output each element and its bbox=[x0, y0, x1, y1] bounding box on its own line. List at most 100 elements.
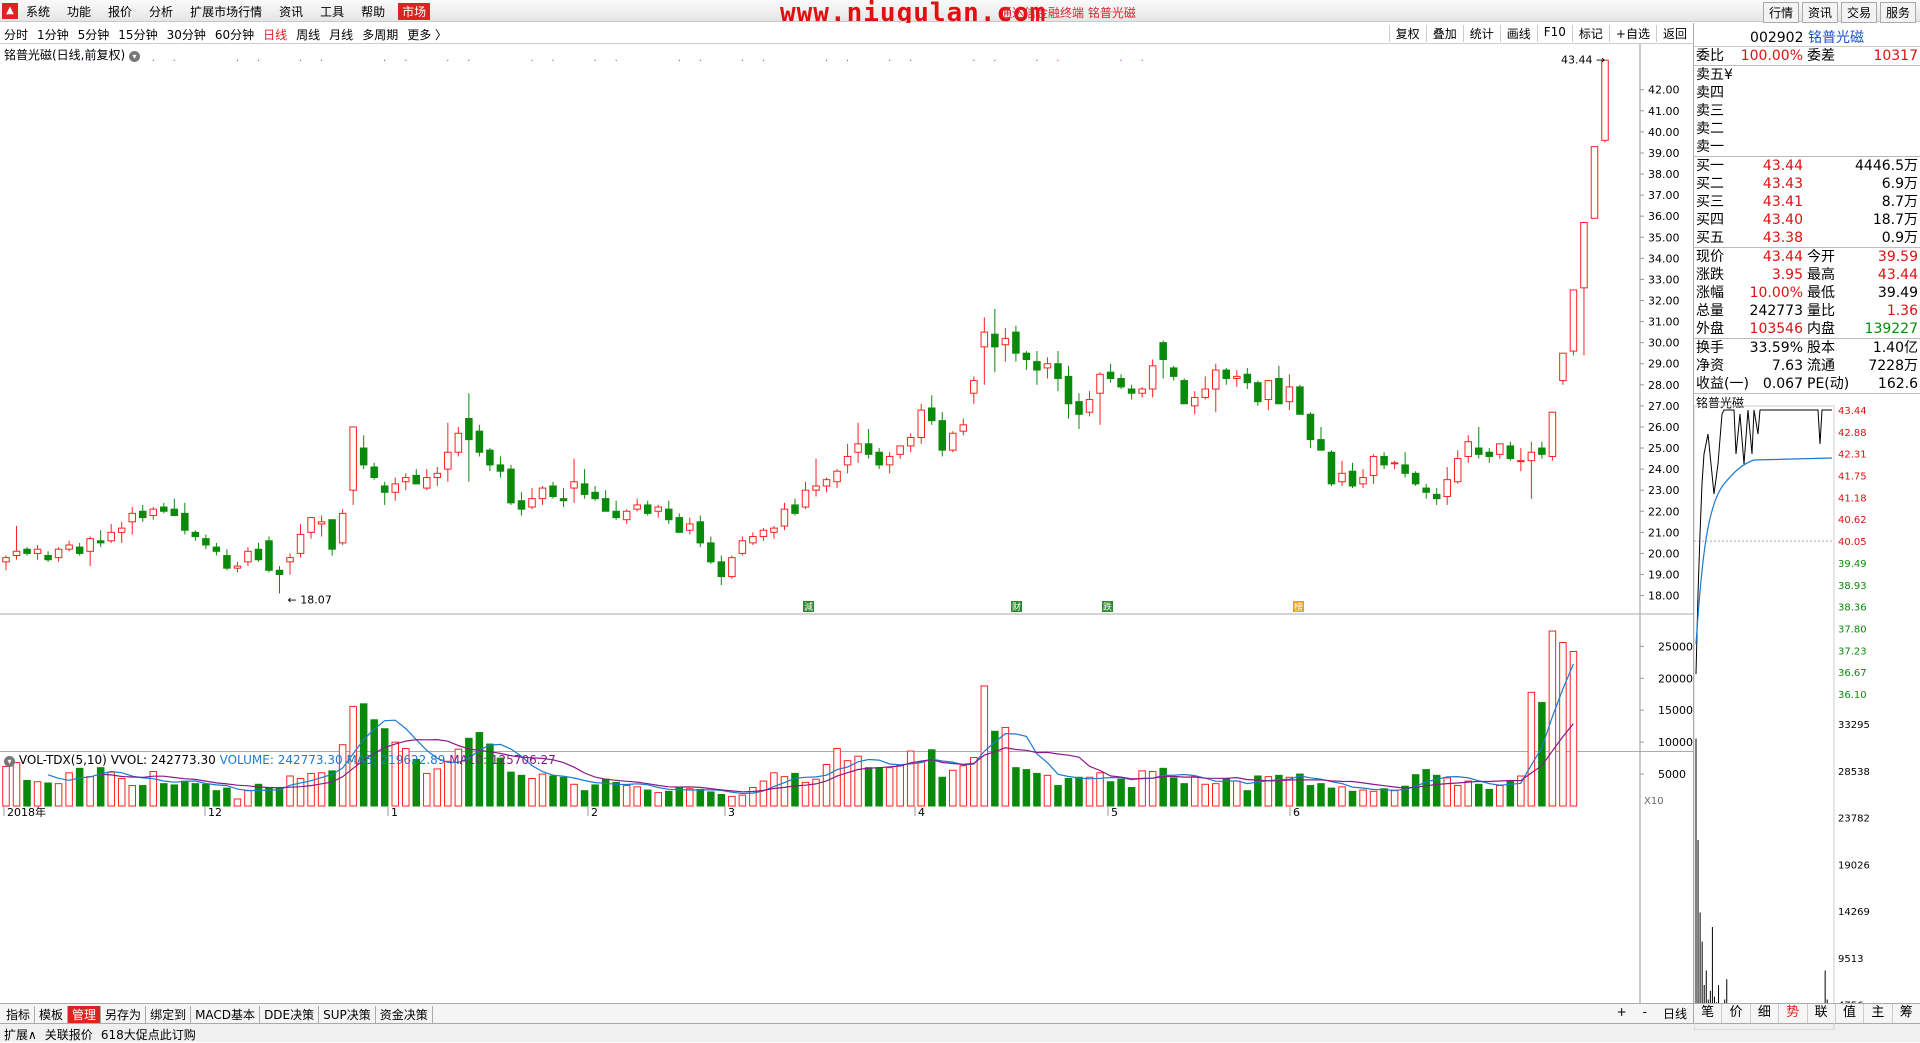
stat1-0: 现价 43.44 今开 39.59 bbox=[1694, 248, 1920, 266]
sell-row-3[interactable]: 卖二 bbox=[1694, 120, 1920, 138]
signal-dot: . bbox=[404, 54, 407, 64]
price-tick-label: 42.00 bbox=[1648, 84, 1680, 97]
period-7[interactable]: 周线 bbox=[296, 26, 320, 43]
buy-row-0[interactable]: 买一 43.44 4446.5万 bbox=[1694, 157, 1920, 175]
candle bbox=[885, 452, 894, 474]
top-button-3[interactable]: 服务 bbox=[1879, 2, 1916, 23]
chart-caption: 铭普光磁(日线,前复权) ▾ bbox=[4, 46, 141, 63]
sell-row-4[interactable]: 卖一 bbox=[1694, 138, 1920, 156]
quote-tab-6[interactable]: 主 bbox=[1864, 1004, 1893, 1023]
period-3[interactable]: 15分钟 bbox=[118, 26, 157, 43]
tool-3[interactable]: 画线 bbox=[1499, 25, 1537, 42]
sell-row-2[interactable]: 卖三 bbox=[1694, 102, 1920, 120]
tool-2[interactable]: 统计 bbox=[1462, 25, 1500, 42]
signal-dot: . bbox=[531, 54, 534, 64]
menu-item-7[interactable]: 帮助 bbox=[361, 3, 385, 20]
signal-dot: . bbox=[741, 54, 744, 64]
period-4[interactable]: 30分钟 bbox=[167, 26, 206, 43]
candle bbox=[254, 542, 263, 562]
indicator-tab-6[interactable]: DDE决策 bbox=[260, 1006, 320, 1023]
mini-price-label: 39.49 bbox=[1838, 559, 1867, 570]
footer-item-1[interactable]: 关联报价 bbox=[45, 1026, 93, 1043]
signal-dot: . bbox=[909, 54, 912, 64]
buy-row-2[interactable]: 买三 43.41 8.7万 bbox=[1694, 193, 1920, 211]
top-button-2[interactable]: 交易 bbox=[1840, 2, 1877, 23]
indicator-tab-4[interactable]: 绑定到 bbox=[146, 1006, 192, 1023]
menu-item-1[interactable]: 功能 bbox=[67, 3, 91, 20]
quote-tab-0[interactable]: 笔 bbox=[1694, 1004, 1723, 1023]
tool-5[interactable]: 标记 bbox=[1571, 25, 1609, 42]
buy-row-4[interactable]: 买五 43.38 0.9万 bbox=[1694, 229, 1920, 247]
quote-tab-5[interactable]: 值 bbox=[1836, 1004, 1865, 1023]
buy-row-3[interactable]: 买四 43.40 18.7万 bbox=[1694, 211, 1920, 229]
quote-tab-3[interactable]: 势 bbox=[1779, 1004, 1808, 1023]
quote-tab-4[interactable]: 联 bbox=[1808, 1004, 1836, 1023]
period-1[interactable]: 1分钟 bbox=[37, 26, 69, 43]
menu-item-0[interactable]: 系统 bbox=[26, 3, 50, 20]
menu-item-4[interactable]: 扩展市场行情 bbox=[190, 3, 262, 20]
kline-chart-area[interactable]: 42.00 41.00 40.00 39.00 38.00 37.00 36.00 35.00… bbox=[0, 44, 1693, 1004]
period-label[interactable]: 日线 bbox=[1663, 1005, 1687, 1022]
candle bbox=[486, 448, 494, 472]
menu-item-2[interactable]: 报价 bbox=[108, 3, 132, 20]
menu-item-5[interactable]: 资讯 bbox=[279, 3, 303, 20]
buy-row-1[interactable]: 买二 43.43 6.9万 bbox=[1694, 175, 1920, 193]
event-marker-label: 财 bbox=[1012, 601, 1021, 613]
sell-row-0[interactable]: 卖五¥ bbox=[1694, 66, 1920, 84]
indicator-tab-2[interactable]: 管理 bbox=[68, 1006, 102, 1023]
quote-tab-2[interactable]: 细 bbox=[1751, 1004, 1780, 1023]
indicator-tab-8[interactable]: 资金决策 bbox=[376, 1006, 433, 1023]
period-6[interactable]: 日线 bbox=[263, 26, 287, 43]
sell-row-1[interactable]: 卖四 bbox=[1694, 84, 1920, 102]
quote-tab-7[interactable]: 筹 bbox=[1893, 1004, 1920, 1023]
indicator-tab-5[interactable]: MACD基本 bbox=[191, 1006, 261, 1023]
top-button-0[interactable]: 行情 bbox=[1762, 2, 1799, 23]
top-button-1[interactable]: 资讯 bbox=[1801, 2, 1838, 23]
period-10[interactable]: 更多 〉 bbox=[407, 26, 447, 43]
candle bbox=[559, 488, 568, 508]
footer-item-0[interactable]: 扩展∧ bbox=[4, 1026, 37, 1043]
period-9[interactable]: 多周期 bbox=[362, 26, 398, 43]
indicator-tab-7[interactable]: SUP决策 bbox=[319, 1006, 376, 1023]
menu-item-3[interactable]: 分析 bbox=[149, 3, 173, 20]
stat1-3-label2: 量比 bbox=[1807, 303, 1835, 319]
zoom-in-button[interactable]: + bbox=[1617, 1005, 1627, 1022]
candle bbox=[1106, 363, 1115, 383]
period-8[interactable]: 月线 bbox=[329, 26, 353, 43]
footer-item-2[interactable]: 618大促点此订购 bbox=[101, 1026, 196, 1043]
period-0[interactable]: 分时 bbox=[4, 26, 28, 43]
zoom-out-button[interactable]: - bbox=[1643, 1005, 1647, 1022]
tool-4[interactable]: F10 bbox=[1536, 25, 1572, 42]
candle bbox=[12, 526, 21, 560]
tool-0[interactable]: 复权 bbox=[1388, 25, 1426, 42]
candle bbox=[1285, 374, 1294, 411]
period-2[interactable]: 5分钟 bbox=[78, 26, 110, 43]
candle bbox=[296, 523, 305, 558]
indicator-tab-0[interactable]: 指标 bbox=[2, 1006, 36, 1023]
quote-tab-1[interactable]: 价 bbox=[1722, 1004, 1751, 1023]
candle bbox=[286, 553, 294, 575]
caption-settings-icon[interactable]: ▾ bbox=[129, 51, 141, 62]
menu-item-8[interactable]: 市场 bbox=[398, 3, 431, 20]
signal-dot: . bbox=[594, 54, 597, 64]
indicator-tab-1[interactable]: 模板 bbox=[35, 1006, 69, 1023]
indicator-tab-3[interactable]: 另存为 bbox=[101, 1006, 147, 1023]
tool-1[interactable]: 叠加 bbox=[1425, 25, 1463, 42]
price-tick-label: 29.00 bbox=[1648, 358, 1680, 371]
candle bbox=[1538, 441, 1546, 459]
tool-6[interactable]: +自选 bbox=[1608, 25, 1656, 42]
quote-tabs: 笔价细势联值主筹 bbox=[1694, 1003, 1920, 1023]
price-tick-label: 35.00 bbox=[1648, 231, 1680, 244]
tool-7[interactable]: 返回 bbox=[1655, 25, 1693, 42]
candle bbox=[65, 540, 73, 552]
quote-header: 002902 铭普光磁 bbox=[1694, 23, 1920, 47]
mini-chart-area[interactable]: 铭普光磁 43.44 42.88 42.31 41.75 41.18 40.62 40.05… bbox=[1694, 394, 1920, 1030]
candle bbox=[1527, 441, 1536, 499]
period-5[interactable]: 60分钟 bbox=[215, 26, 254, 43]
intraday-mini-chart[interactable]: 43.44 42.88 42.31 41.75 41.18 40.62 40.05 39.49… bbox=[1694, 394, 1920, 1030]
candle bbox=[938, 412, 947, 457]
candle bbox=[991, 308, 999, 373]
price-tick-label: 32.00 bbox=[1648, 294, 1680, 307]
menu-item-6[interactable]: 工具 bbox=[320, 3, 344, 20]
mini-price-label: 40.05 bbox=[1838, 537, 1867, 548]
